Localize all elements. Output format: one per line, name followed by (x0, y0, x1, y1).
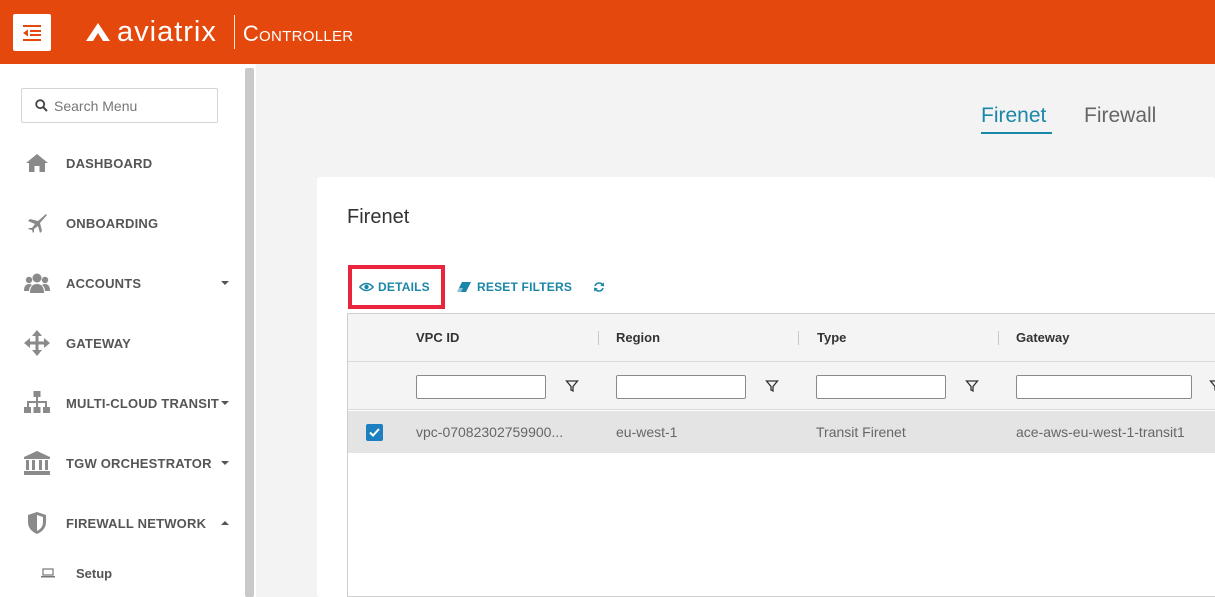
menu-toggle-button[interactable] (13, 14, 51, 51)
menu-collapse-icon (23, 24, 41, 41)
home-icon (24, 150, 50, 176)
sidebar-item-label: GATEWAY (66, 335, 131, 351)
sidebar-item-dashboard[interactable]: DASHBOARD (0, 143, 243, 183)
brand-divider (233, 15, 235, 49)
airplane-icon (24, 210, 50, 236)
bank-icon (24, 450, 50, 476)
column-header-region[interactable]: Region (616, 330, 660, 345)
region-filter-input[interactable] (616, 375, 746, 399)
sidebar: DASHBOARD ONBOARDING ACCOUNTS GATEWAY (0, 64, 243, 597)
sitemap-icon (24, 390, 50, 416)
column-header-vpc-id[interactable]: VPC ID (416, 330, 459, 345)
sidebar-item-tgw-orchestrator[interactable]: TGW ORCHESTRATOR (0, 443, 243, 483)
active-tab-indicator (981, 132, 1052, 134)
refresh-icon (594, 282, 604, 292)
type-filter-input[interactable] (816, 375, 946, 399)
filter-icon[interactable] (1209, 379, 1215, 393)
sidebar-item-label: ACCOUNTS (66, 275, 142, 291)
column-header-type[interactable]: Type (817, 330, 846, 345)
move-arrows-icon (24, 330, 50, 356)
sidebar-item-onboarding[interactable]: ONBOARDING (0, 203, 243, 243)
top-header: aviatrix Controller (0, 0, 1215, 64)
chevron-down-icon (221, 401, 229, 405)
refresh-button[interactable] (593, 277, 605, 297)
users-icon (24, 270, 50, 296)
filter-icon[interactable] (565, 379, 579, 393)
aviatrix-logo-icon (86, 23, 110, 41)
table-header-row (348, 314, 1215, 362)
sidebar-item-label: DASHBOARD (66, 155, 153, 171)
column-header-gateway[interactable]: Gateway (1016, 330, 1069, 345)
sidebar-item-accounts[interactable]: ACCOUNTS (0, 263, 243, 303)
brand-subtitle: Controller (242, 20, 354, 46)
search-menu-input[interactable] (54, 97, 204, 114)
eraser-icon (457, 282, 471, 292)
brand-name: aviatrix (117, 15, 217, 48)
reset-filters-button[interactable]: RESET FILTERS (456, 277, 572, 297)
cell-vpc-id: vpc-07082302759900... (416, 424, 564, 440)
laptop-icon (41, 568, 55, 578)
chevron-up-icon (221, 521, 229, 525)
details-button[interactable]: DETAILS (359, 277, 430, 297)
filter-icon[interactable] (965, 379, 979, 393)
cell-gateway: ace-aws-eu-west-1-transit1 (1016, 424, 1185, 440)
vpc-id-filter-input[interactable] (416, 375, 546, 399)
card-title: Firenet (347, 206, 410, 228)
sidebar-item-label: FIREWALL NETWORK (66, 515, 207, 531)
column-separator[interactable] (998, 331, 999, 345)
reset-filters-label: RESET FILTERS (477, 280, 573, 294)
sidebar-subitem-setup[interactable]: Setup (0, 558, 243, 588)
sidebar-item-multi-cloud-transit[interactable]: MULTI-CLOUD TRANSIT (0, 383, 243, 423)
column-separator[interactable] (598, 331, 599, 345)
checkmark-icon (369, 428, 380, 437)
filter-icon[interactable] (765, 379, 779, 393)
row-select-checkbox[interactable] (366, 424, 383, 441)
sidebar-item-label: ONBOARDING (66, 215, 159, 231)
tab-firewall[interactable]: Firewall (1084, 104, 1156, 128)
tab-firenet[interactable]: Firenet (981, 104, 1046, 128)
sidebar-scrollbar[interactable] (245, 68, 254, 597)
brand: aviatrix Controller (85, 14, 353, 50)
gateway-filter-input[interactable] (1016, 375, 1192, 399)
chevron-down-icon (221, 461, 229, 465)
chevron-down-icon (221, 281, 229, 285)
search-icon (35, 99, 48, 112)
cell-region: eu-west-1 (616, 424, 678, 440)
shield-icon (24, 510, 50, 536)
eye-icon (359, 282, 374, 292)
column-separator[interactable] (798, 331, 799, 345)
details-label: DETAILS (378, 280, 430, 294)
search-menu[interactable] (21, 88, 218, 123)
sidebar-item-firewall-network[interactable]: FIREWALL NETWORK (0, 503, 243, 543)
sidebar-subitem-label: Setup (76, 565, 113, 581)
sidebar-item-gateway[interactable]: GATEWAY (0, 323, 243, 363)
sidebar-item-label: TGW ORCHESTRATOR (66, 455, 212, 471)
sidebar-item-label: MULTI-CLOUD TRANSIT (66, 395, 220, 411)
cell-type: Transit Firenet (816, 424, 906, 440)
